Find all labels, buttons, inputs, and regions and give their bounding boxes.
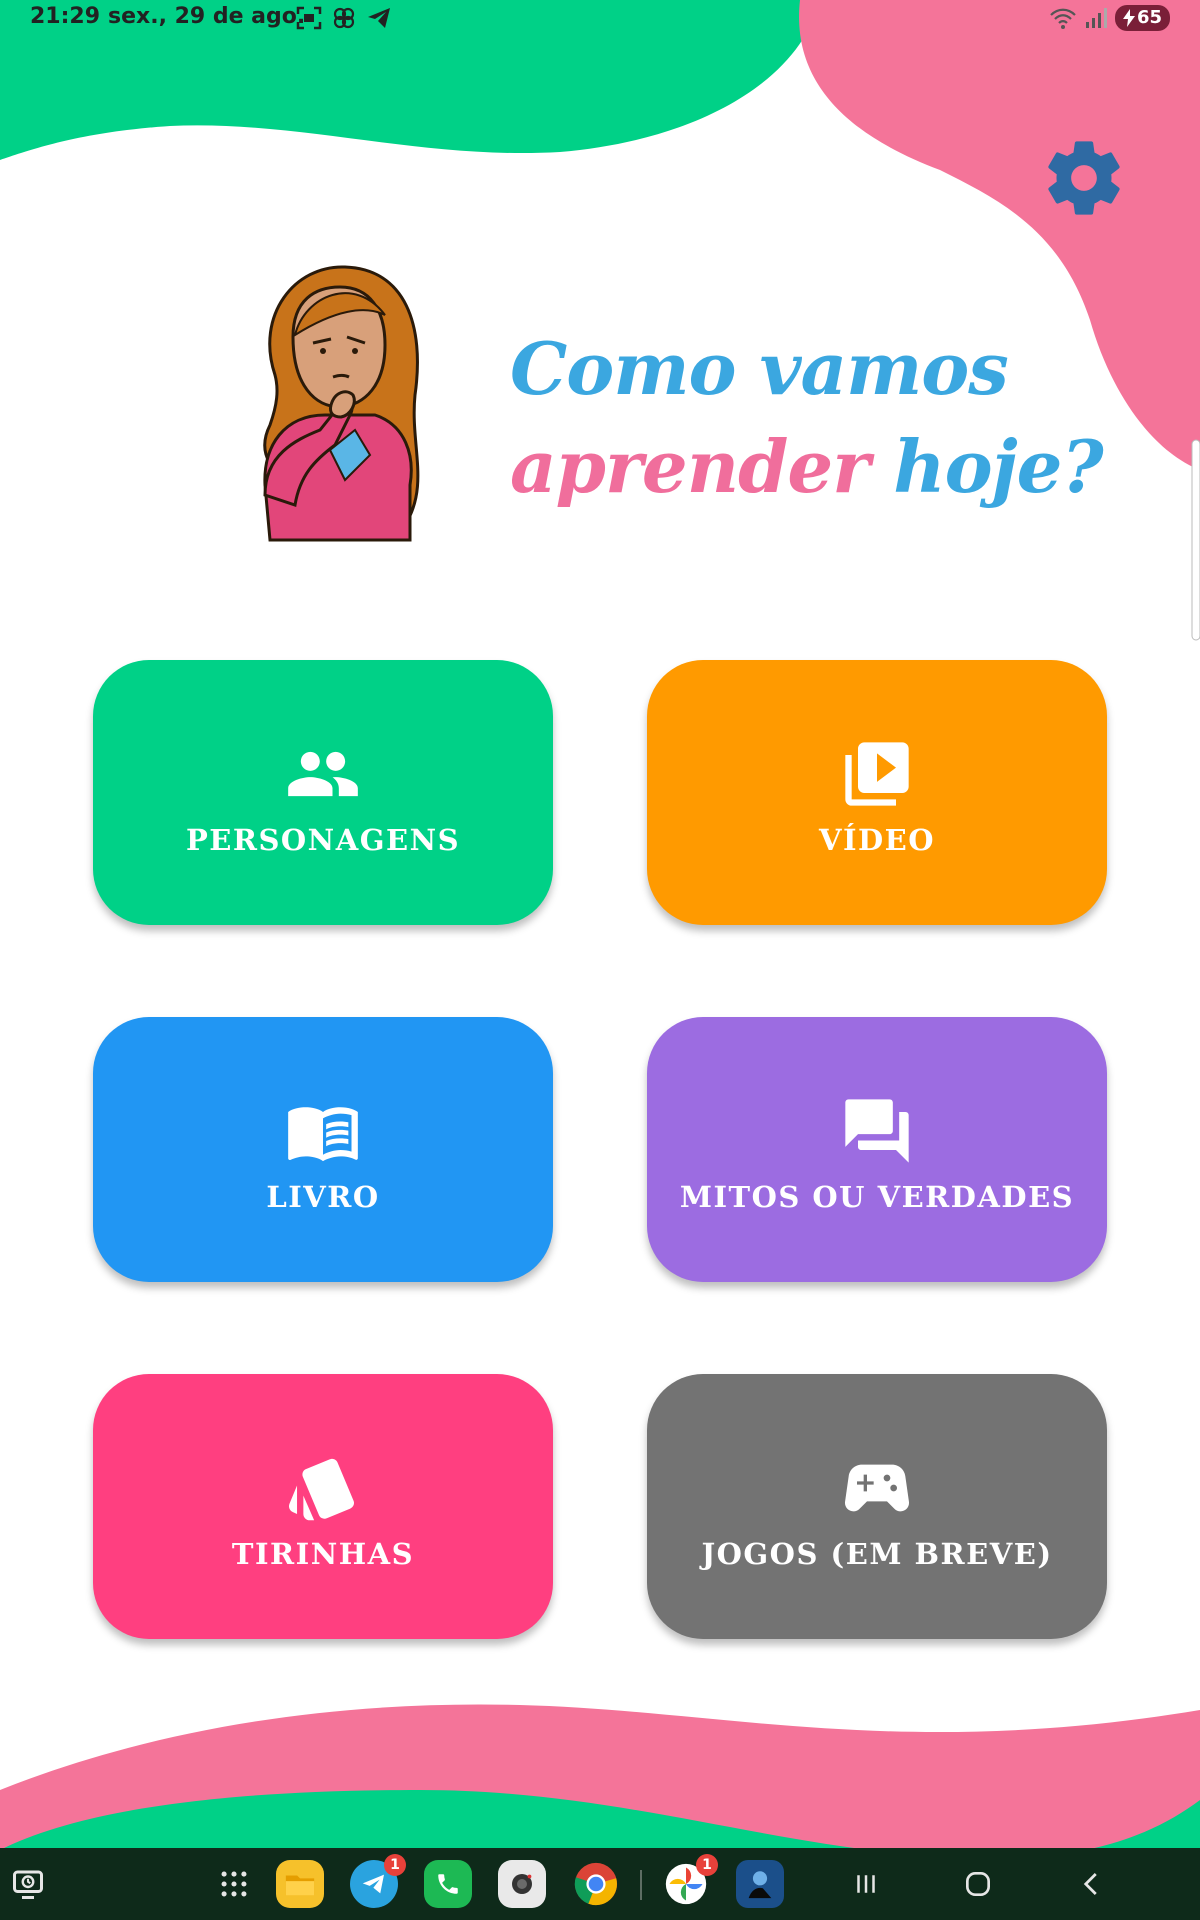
- charging-bolt-icon: [1122, 9, 1135, 27]
- dock-divider: [640, 1870, 642, 1900]
- title-word-aprender: aprender: [510, 424, 870, 509]
- video-library-icon: [837, 739, 917, 809]
- cards-icon: [283, 1453, 363, 1523]
- screenshot-icon: [296, 6, 322, 30]
- status-time: 21:29: [30, 4, 101, 29]
- back-button[interactable]: [1068, 1860, 1116, 1908]
- mitos-ou-verdades-button[interactable]: MITOS OU VERDADES: [647, 1017, 1107, 1282]
- photos-app-icon[interactable]: 1: [662, 1854, 718, 1908]
- status-system-icons: 65: [1049, 5, 1170, 31]
- recent-apps-button[interactable]: [842, 1860, 890, 1908]
- thinking-girl-illustration: [263, 265, 420, 542]
- jogos-button[interactable]: JOGOS (EM BREVE): [647, 1374, 1107, 1639]
- right-edge-handle: [1191, 439, 1200, 641]
- pinwheel-icon: [333, 7, 355, 29]
- tirinhas-button[interactable]: TIRINHAS: [93, 1374, 553, 1639]
- video-button[interactable]: VÍDEO: [647, 660, 1107, 925]
- signal-icon: [1085, 8, 1107, 28]
- phone-app-icon[interactable]: [424, 1860, 472, 1908]
- battery-level: 65: [1136, 7, 1162, 28]
- telegram-badge: 1: [384, 1854, 406, 1876]
- home-button[interactable]: [954, 1860, 1002, 1908]
- title-word-hoje: hoje?: [893, 424, 1103, 509]
- navigation-bar: 1 1: [0, 1848, 1200, 1920]
- personagens-label: PERSONAGENS: [185, 822, 461, 857]
- app-drawer-icon[interactable]: [210, 1860, 258, 1908]
- jogos-label: JOGOS (EM BREVE): [701, 1536, 1053, 1571]
- title-line-2: aprender hoje?: [510, 418, 1104, 516]
- title-line-1: Como vamos: [510, 326, 1009, 411]
- gamepad-icon: [837, 1453, 917, 1523]
- tirinhas-label: TIRINHAS: [231, 1536, 415, 1571]
- book-icon: [283, 1096, 363, 1166]
- wifi-icon: [1050, 8, 1076, 29]
- personagens-button[interactable]: PERSONAGENS: [93, 660, 553, 925]
- video-label: VÍDEO: [818, 822, 936, 857]
- status-notification-icons: [296, 6, 392, 30]
- people-icon: [283, 739, 363, 809]
- mitos-label: MITOS OU VERDADES: [679, 1179, 1075, 1214]
- kindle-app-icon[interactable]: [736, 1860, 784, 1908]
- status-bar: 21:29 sex., 29 de ago. 65: [0, 0, 1200, 40]
- telegram-status-icon: [368, 8, 390, 28]
- livro-label: LIVRO: [266, 1179, 380, 1214]
- settings-gear-icon[interactable]: [1040, 134, 1128, 222]
- forum-icon: [837, 1096, 917, 1166]
- telegram-app-icon[interactable]: 1: [350, 1854, 406, 1908]
- page-title: Como vamos aprender hoje?: [510, 320, 1104, 516]
- livro-button[interactable]: LIVRO: [93, 1017, 553, 1282]
- files-app-icon[interactable]: [276, 1860, 324, 1908]
- battery-indicator: 65: [1114, 5, 1170, 31]
- camera-app-icon[interactable]: [498, 1860, 546, 1908]
- photos-badge: 1: [696, 1854, 718, 1876]
- chrome-app-icon[interactable]: [572, 1860, 620, 1908]
- screen-time-icon[interactable]: [4, 1860, 52, 1908]
- status-date: sex., 29 de ago.: [108, 4, 306, 29]
